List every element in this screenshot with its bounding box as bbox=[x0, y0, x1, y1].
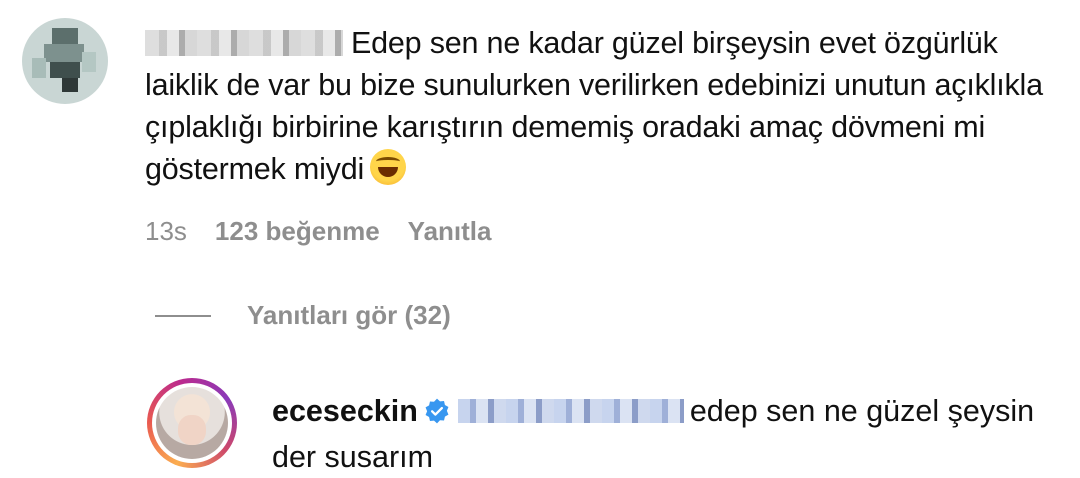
comment-meta: 13s 123 beğenme Yanıtla bbox=[145, 216, 492, 247]
reply-mention-blurred[interactable] bbox=[457, 399, 684, 423]
reply-avatar-story-ring[interactable] bbox=[147, 378, 237, 468]
likes-count-link[interactable]: 123 beğenme bbox=[215, 216, 380, 247]
commenter-username-blurred[interactable] bbox=[145, 30, 343, 56]
reply-button[interactable]: Yanıtla bbox=[408, 216, 492, 247]
face-with-tears-of-joy-icon bbox=[370, 149, 407, 185]
reply-body: eceseckin edep sen ne güzel şeysin der su… bbox=[272, 388, 1062, 478]
view-replies-toggle[interactable]: Yanıtları gör (32) bbox=[155, 300, 451, 331]
reply-username-link[interactable]: eceseckin bbox=[272, 394, 418, 428]
comment-time: 13s bbox=[145, 216, 187, 246]
verified-badge-icon bbox=[425, 398, 449, 424]
view-replies-label: Yanıtları gör (32) bbox=[247, 300, 451, 330]
reply-avatar-photo bbox=[156, 387, 228, 459]
commenter-avatar-blurred[interactable] bbox=[22, 18, 108, 104]
comment-body: Edep sen ne kadar güzel birşeysin evet ö… bbox=[145, 22, 1065, 190]
divider-line bbox=[155, 314, 211, 317]
